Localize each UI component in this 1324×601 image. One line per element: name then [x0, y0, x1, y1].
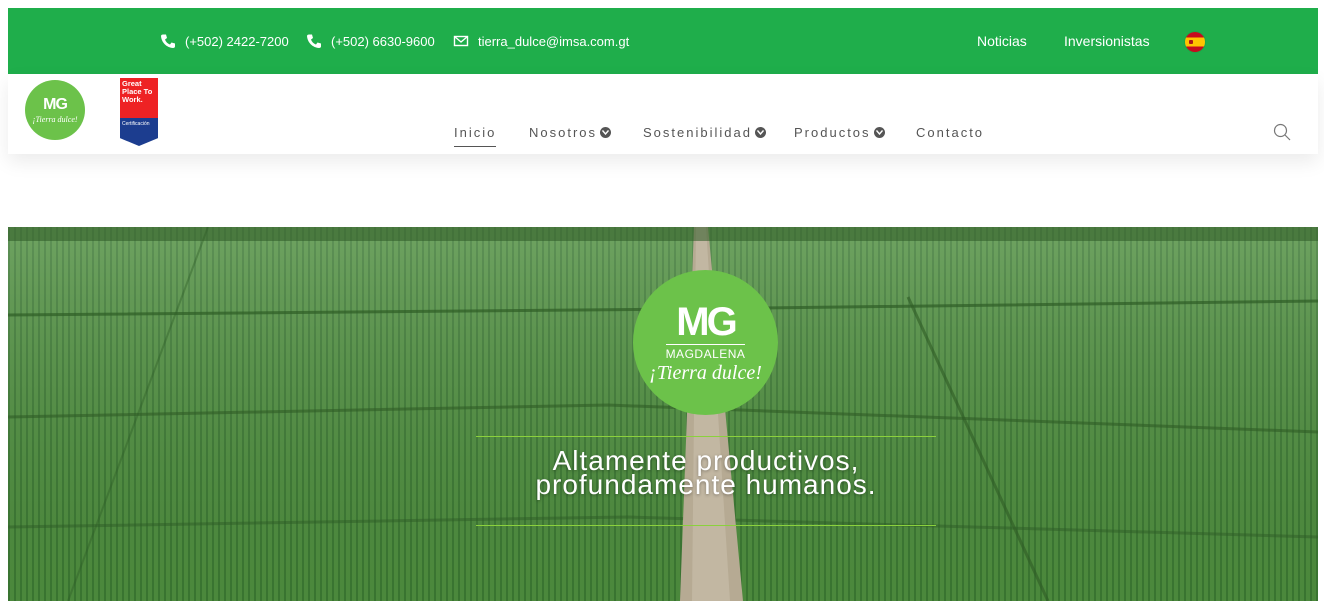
hero-logo-mark: MG	[676, 300, 737, 344]
hero-logo-tagline: ¡Tierra dulce!	[649, 362, 762, 384]
nav-label: Sostenibilidad	[643, 124, 752, 140]
top-contact-bar: (+502) 2422-7200 (+502) 6630-9600 tierra…	[8, 8, 1318, 74]
hero-headline-line2: profundamente humanos.	[535, 469, 877, 500]
phone-2[interactable]: (+502) 6630-9600	[306, 8, 435, 74]
phone-icon	[306, 33, 322, 49]
nav-label: Nosotros	[529, 124, 598, 140]
hero-headline: Altamente productivos, profundamente hum…	[476, 447, 936, 500]
email-link[interactable]: tierra_dulce@imsa.com.gt	[453, 8, 629, 74]
nav-item-nosotros[interactable]: Nosotros	[529, 124, 612, 140]
hero-logo: MG MAGDALENA ¡Tierra dulce!	[633, 270, 778, 415]
spain-flag-icon[interactable]	[1185, 32, 1205, 52]
phone-1-text: (+502) 2422-7200	[185, 33, 289, 49]
envelope-icon	[453, 33, 469, 49]
email-text: tierra_dulce@imsa.com.gt	[478, 33, 630, 49]
nav-label: Productos	[794, 124, 871, 140]
link-inversionistas[interactable]: Inversionistas	[1064, 8, 1150, 74]
nav-item-inicio[interactable]: Inicio	[454, 124, 497, 147]
phone-icon	[160, 33, 176, 49]
phone-1[interactable]: (+502) 2422-7200	[160, 8, 289, 74]
nav-item-contacto[interactable]: Contacto	[916, 124, 984, 140]
nav-item-productos[interactable]: Productos	[794, 124, 885, 140]
hero-divider-bottom	[476, 525, 936, 526]
great-place-to-work-badge[interactable]: Great Place To Work. Certificación	[120, 78, 158, 146]
chevron-down-icon	[873, 126, 885, 138]
chevron-down-icon	[754, 126, 766, 138]
hero-divider-top	[476, 436, 936, 437]
link-noticias[interactable]: Noticias	[977, 8, 1027, 74]
site-logo[interactable]: MG ¡Tierra dulce!	[25, 80, 85, 140]
logo-mark: MG	[43, 95, 68, 113]
nav-item-sostenibilidad[interactable]: Sostenibilidad	[643, 124, 766, 140]
search-icon[interactable]	[1273, 123, 1291, 141]
logo-tagline: ¡Tierra dulce!	[32, 114, 78, 124]
phone-2-text: (+502) 6630-9600	[331, 33, 435, 49]
main-header: MG ¡Tierra dulce! Great Place To Work. C…	[8, 74, 1318, 154]
hero-banner: MG MAGDALENA ¡Tierra dulce! Altamente pr…	[8, 227, 1318, 601]
nav-label: Contacto	[916, 124, 985, 140]
gptw-text: Great Place To Work.	[120, 78, 158, 118]
nav-label: Inicio	[454, 124, 497, 140]
hero-logo-brand: MAGDALENA	[665, 344, 746, 361]
chevron-down-icon	[600, 126, 612, 138]
gptw-cert: Certificación	[120, 118, 158, 146]
